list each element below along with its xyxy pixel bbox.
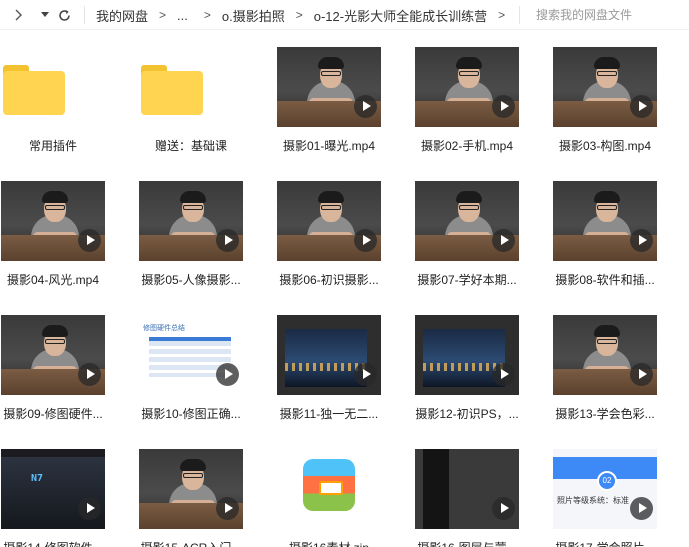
file-thumbnail <box>277 47 381 127</box>
play-icon[interactable] <box>216 497 239 520</box>
play-icon[interactable] <box>492 229 515 252</box>
breadcrumb-item-current[interactable]: o-12-光影大师全能成长训练营 <box>314 6 487 25</box>
file-name: 摄影03-构图.mp4 <box>558 139 652 153</box>
lesson-number: 02 <box>597 471 617 491</box>
toolbar-divider <box>84 6 85 24</box>
file-thumbnail <box>1 181 105 261</box>
file-name: 摄影05-人像摄影... <box>141 273 241 287</box>
thumbnail-title: 修图硬件总结 <box>143 325 185 332</box>
file-thumbnail <box>277 449 381 529</box>
breadcrumb-item-root[interactable]: 我的网盘 <box>96 6 148 25</box>
file-name: 摄影17-学会照片... <box>545 539 665 547</box>
file-thumbnail <box>139 449 243 529</box>
thumbnail-text: 照片等级系统：标准 <box>557 496 629 505</box>
play-icon[interactable] <box>354 95 377 118</box>
play-icon[interactable] <box>216 363 239 386</box>
breadcrumb-separator: > <box>498 8 506 22</box>
file-thumbnail <box>553 47 657 127</box>
file-thumbnail <box>415 181 519 261</box>
file-name: 摄影07-学好本期... <box>417 273 517 287</box>
file-name: 摄影11-独一无二... <box>279 407 379 421</box>
file-thumbnail <box>415 315 519 395</box>
top-toolbar: 我的网盘 > ... > o.摄影拍照 > o-12-光影大师全能成长训练营 > <box>0 0 689 30</box>
archive-icon <box>303 459 355 511</box>
search-box <box>536 0 676 30</box>
breadcrumb-item-photography[interactable]: o.摄影拍照 <box>222 6 285 25</box>
refresh-icon <box>58 9 70 21</box>
search-divider <box>519 6 520 24</box>
breadcrumb-separator: > <box>295 8 303 22</box>
play-icon[interactable] <box>78 363 101 386</box>
file-name: 摄影10-修图正确... <box>141 407 241 421</box>
history-dropdown-button[interactable] <box>35 3 55 27</box>
file-name: 摄影06-初识摄影... <box>279 273 379 287</box>
play-icon[interactable] <box>78 497 101 520</box>
file-thumbnail <box>277 315 381 395</box>
file-name: 摄影01-曝光.mp4 <box>282 139 376 153</box>
folder-icon <box>3 65 65 115</box>
file-thumbnail <box>415 449 519 529</box>
play-icon[interactable] <box>78 229 101 252</box>
file-thumbnail: 修图硬件总结 <box>139 315 243 395</box>
play-icon[interactable] <box>354 229 377 252</box>
search-input[interactable] <box>536 8 676 22</box>
play-icon[interactable] <box>492 363 515 386</box>
file-thumbnail: 02 照片等级系统：标准 <box>553 449 657 529</box>
play-icon[interactable] <box>492 95 515 118</box>
play-icon[interactable] <box>216 229 239 252</box>
file-thumbnail <box>553 315 657 395</box>
file-thumbnail <box>1 47 105 127</box>
file-name: 摄影15-ACR入门... <box>131 539 251 547</box>
file-name: 摄影12-初识PS，... <box>415 407 519 421</box>
play-icon[interactable] <box>630 363 653 386</box>
file-thumbnail <box>139 181 243 261</box>
file-thumbnail: N7 <box>1 449 105 529</box>
file-name: 摄影16素材.zip <box>269 539 389 547</box>
thumbnail-text: N7 <box>31 473 44 484</box>
file-name: 赠送：基础课 <box>154 139 227 153</box>
file-thumbnail <box>553 181 657 261</box>
play-icon[interactable] <box>630 95 653 118</box>
file-thumbnail <box>277 181 381 261</box>
forward-button[interactable] <box>8 3 28 27</box>
folder-icon <box>141 65 203 115</box>
breadcrumb-separator: > <box>159 8 167 22</box>
file-name: 摄影16-图层与蒙... <box>407 539 527 547</box>
play-icon[interactable] <box>630 497 653 520</box>
caret-down-icon <box>41 12 49 17</box>
file-thumbnail <box>415 47 519 127</box>
file-name: 常用插件 <box>28 139 77 153</box>
breadcrumb: 我的网盘 > ... > o.摄影拍照 > o-12-光影大师全能成长训练营 > <box>96 0 516 30</box>
refresh-button[interactable] <box>54 3 74 27</box>
file-thumbnail <box>1 315 105 395</box>
file-name: 摄影14-修图软件... <box>0 539 113 547</box>
breadcrumb-item-ellipsis[interactable]: ... <box>177 8 188 23</box>
file-name: 摄影04-风光.mp4 <box>6 273 100 287</box>
play-icon[interactable] <box>630 229 653 252</box>
chevron-right-icon <box>15 9 22 21</box>
play-icon[interactable] <box>492 497 515 520</box>
file-name: 摄影02-手机.mp4 <box>420 139 514 153</box>
file-name: 摄影09-修图硬件... <box>3 407 103 421</box>
file-thumbnail <box>139 47 243 127</box>
file-name: 摄影13-学会色彩... <box>555 407 655 421</box>
play-icon[interactable] <box>354 363 377 386</box>
breadcrumb-separator: > <box>203 8 211 22</box>
file-name: 摄影08-软件和插... <box>555 273 655 287</box>
